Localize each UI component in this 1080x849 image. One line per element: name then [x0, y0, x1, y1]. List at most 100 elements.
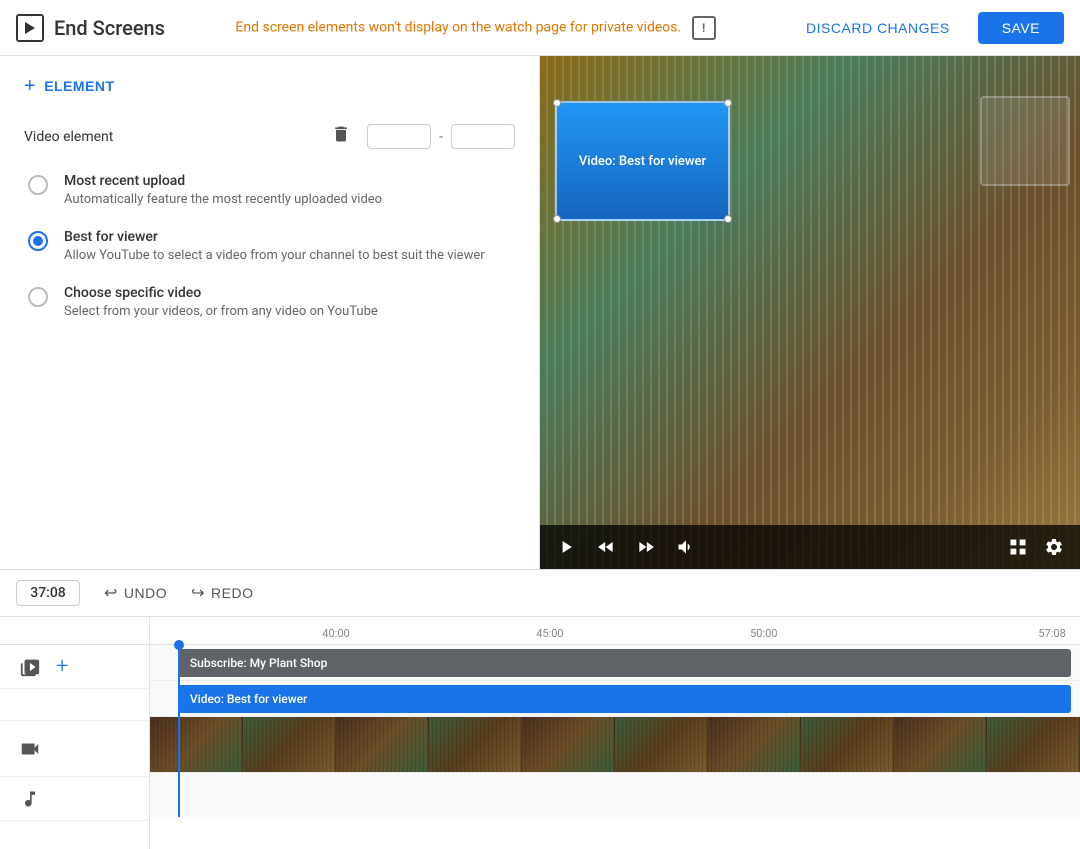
timeline-toolbar: 37:08 ↩ UNDO ↪ REDO — [0, 570, 1080, 617]
thumb-8 — [801, 717, 894, 772]
main-container: + ELEMENT Video element 37:08 - 57:08 — [0, 56, 1080, 569]
video-element-controls: 37:08 - 57:08 — [323, 120, 515, 153]
ruler-mark-45: 45:00 — [536, 627, 563, 640]
warning-text: End screen elements won't display on the… — [235, 19, 681, 35]
discard-button[interactable]: DISCARD CHANGES — [794, 12, 962, 44]
music-track-icon-row — [0, 777, 149, 821]
video-track-bar[interactable]: Video: Best for viewer — [178, 685, 1071, 713]
time-end-input[interactable]: 57:08 — [451, 124, 515, 149]
radio-option-choose-specific[interactable]: Choose specific video Select from your v… — [28, 285, 515, 321]
radio-option-best-for-viewer[interactable]: Best for viewer Allow YouTube to select … — [28, 229, 515, 265]
video-track-label: Video: Best for viewer — [190, 692, 307, 706]
video-track-icon — [16, 656, 44, 678]
redo-label: REDO — [211, 585, 253, 601]
resize-handle-top-right[interactable] — [724, 99, 732, 107]
end-screen-video-element[interactable]: Video: Best for viewer — [555, 101, 730, 221]
thumb-10 — [987, 717, 1080, 772]
video-track2-icon-row — [0, 689, 149, 721]
grid-button[interactable] — [1004, 533, 1032, 561]
time-start-input[interactable]: 37:08 — [367, 124, 431, 149]
trash-icon — [331, 124, 351, 144]
timeline-section: 37:08 ↩ UNDO ↪ REDO + — [0, 569, 1080, 849]
thumb-6 — [615, 717, 708, 772]
settings-button[interactable] — [1040, 533, 1068, 561]
warning-icon: ! — [692, 16, 716, 40]
app-logo: End Screens — [16, 14, 165, 42]
rewind-button[interactable] — [592, 533, 620, 561]
thumbnail-track — [150, 717, 1080, 773]
video-element-label: Video element — [24, 129, 323, 145]
page-title: End Screens — [54, 16, 165, 40]
undo-button[interactable]: ↩ UNDO — [104, 583, 167, 603]
ruler-mark-40: 40:00 — [322, 627, 349, 640]
delete-element-button[interactable] — [323, 120, 359, 153]
controls-right — [1004, 533, 1068, 561]
video-track-icon-row: + — [0, 645, 149, 689]
add-track-button[interactable]: + — [56, 654, 68, 679]
video-preview-panel: Video: Best for viewer — [540, 56, 1080, 569]
subscribe-track-bar[interactable]: Subscribe: My Plant Shop — [178, 649, 1071, 677]
thumb-4 — [429, 717, 522, 772]
thumb-7 — [708, 717, 801, 772]
video-preview: Video: Best for viewer — [540, 56, 1080, 569]
volume-button[interactable] — [672, 533, 700, 561]
warning-message: End screen elements won't display on the… — [181, 16, 778, 40]
left-panel: + ELEMENT Video element 37:08 - 57:08 — [0, 56, 540, 569]
end-screen-secondary-element[interactable] — [980, 96, 1070, 186]
redo-button[interactable]: ↪ REDO — [191, 583, 253, 603]
radio-choose-specific-text: Choose specific video Select from your v… — [64, 285, 378, 321]
thumb-1 — [150, 717, 243, 772]
resize-handle-bottom-left[interactable] — [553, 215, 561, 223]
undo-icon: ↩ — [104, 583, 118, 603]
radio-best-for-viewer[interactable] — [28, 231, 48, 251]
timeline-body: + — [0, 617, 1080, 849]
thumbnail-track-icon-row — [0, 721, 149, 777]
camera-icon — [16, 738, 44, 760]
radio-options: Most recent upload Automatically feature… — [24, 173, 515, 322]
ruler-spacer — [0, 617, 149, 645]
subscribe-track-label: Subscribe: My Plant Shop — [190, 656, 327, 670]
radio-most-recent-desc: Automatically feature the most recently … — [64, 191, 382, 209]
timeline-left-icons: + — [0, 617, 150, 849]
radio-choose-specific-title: Choose specific video — [64, 285, 378, 301]
resize-handle-bottom-right[interactable] — [724, 215, 732, 223]
video-element-row: Video element 37:08 - 57:08 — [24, 120, 515, 153]
radio-most-recent-title: Most recent upload — [64, 173, 382, 189]
time-separator: - — [439, 129, 443, 145]
undo-label: UNDO — [124, 585, 167, 601]
radio-best-for-viewer-title: Best for viewer — [64, 229, 485, 245]
app-header: End Screens End screen elements won't di… — [0, 0, 1080, 56]
timeline-content: 40:00 45:00 50:00 57:08 Subscribe: My Pl… — [150, 617, 1080, 849]
ruler-mark-50: 50:00 — [750, 627, 777, 640]
video-track-row: Video: Best for viewer — [150, 681, 1080, 717]
radio-best-for-viewer-text: Best for viewer Allow YouTube to select … — [64, 229, 485, 265]
radio-most-recent-text: Most recent upload Automatically feature… — [64, 173, 382, 209]
thumb-5 — [522, 717, 615, 772]
ruler-mark-57: 57:08 — [1038, 627, 1065, 640]
radio-option-most-recent[interactable]: Most recent upload Automatically feature… — [28, 173, 515, 209]
music-track — [150, 773, 1080, 817]
thumb-2 — [243, 717, 336, 772]
timeline-ruler: 40:00 45:00 50:00 57:08 — [150, 617, 1080, 645]
redo-icon: ↪ — [191, 583, 205, 603]
resize-handle-top-left[interactable] — [553, 99, 561, 107]
current-time-display: 37:08 — [16, 580, 80, 606]
subscribe-track-row: Subscribe: My Plant Shop — [150, 645, 1080, 681]
add-element-label: ELEMENT — [44, 78, 114, 94]
add-element-button[interactable]: + ELEMENT — [24, 76, 115, 96]
thumb-3 — [336, 717, 429, 772]
radio-choose-specific[interactable] — [28, 287, 48, 307]
radio-most-recent[interactable] — [28, 175, 48, 195]
play-button[interactable] — [552, 533, 580, 561]
video-controls-bar — [540, 525, 1080, 569]
thumb-9 — [894, 717, 987, 772]
save-button[interactable]: SAVE — [978, 12, 1064, 44]
playhead-dot — [174, 640, 184, 650]
timeline-tracks: Subscribe: My Plant Shop Video: Best for… — [150, 645, 1080, 817]
logo-icon — [16, 14, 44, 42]
music-icon — [16, 789, 44, 809]
playhead[interactable] — [178, 645, 180, 817]
radio-best-for-viewer-desc: Allow YouTube to select a video from you… — [64, 247, 485, 265]
header-actions: DISCARD CHANGES SAVE — [794, 12, 1064, 44]
forward-button[interactable] — [632, 533, 660, 561]
